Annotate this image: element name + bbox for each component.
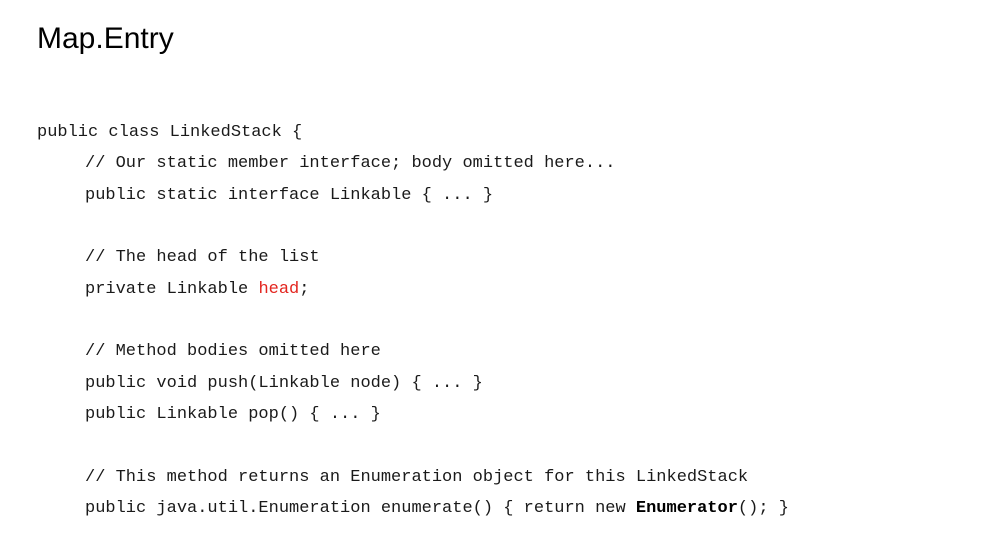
bold-identifier-enumerator: Enumerator — [635, 498, 738, 518]
code-text: ; — [299, 279, 310, 299]
code-text: private Linkable — [85, 279, 259, 299]
code-comment: // Method bodies omitted here — [85, 342, 381, 362]
slide-title: Map.Entry — [37, 22, 174, 55]
code-text: public java.util.Enumeration enumerate()… — [85, 498, 636, 518]
code-line-enumerate: public java.util.Enumeration enumerate()… — [37, 493, 789, 524]
slide: Map.Entry public class LinkedStack { // … — [0, 0, 998, 543]
code-text: (); } — [737, 498, 789, 518]
code-comment: // The head of the list — [85, 248, 320, 268]
code-comment: // Our static member interface; body omi… — [85, 154, 616, 174]
code-line: public class LinkedStack { — [37, 123, 303, 142]
code-block: public class LinkedStack { // Our static… — [37, 117, 789, 524]
code-line: public void push(Linkable node) { ... } — [85, 373, 483, 393]
code-line: public static interface Linkable { ... } — [85, 185, 494, 205]
code-comment: // This method returns an Enumeration ob… — [85, 467, 749, 487]
highlighted-identifier-head: head — [258, 279, 300, 299]
code-line-head-field: private Linkable head; — [37, 274, 789, 305]
code-line: public Linkable pop() { ... } — [85, 404, 381, 424]
